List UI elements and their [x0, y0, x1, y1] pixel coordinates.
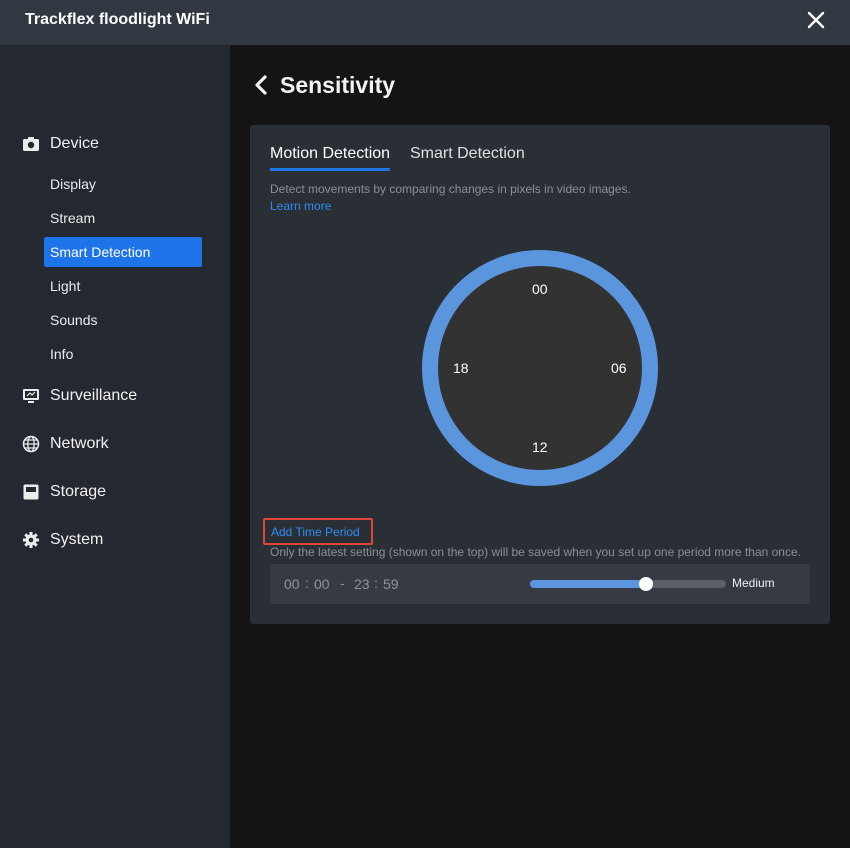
page-header: Sensitivity: [252, 70, 395, 100]
end-minute-field[interactable]: 59: [383, 576, 399, 592]
sidebar-item-smart-detection[interactable]: Smart Detection: [44, 237, 202, 267]
sidebar-category-system[interactable]: System: [22, 528, 103, 552]
chevron-left-icon[interactable]: [252, 74, 270, 96]
sidebar-category-label: System: [50, 531, 104, 548]
description-text: Detect movements by comparing changes in…: [270, 182, 631, 196]
sensitivity-slider[interactable]: [530, 577, 726, 591]
sidebar-item-info[interactable]: Info: [44, 339, 202, 369]
slider-fill: [530, 580, 646, 588]
learn-more-link[interactable]: Learn more: [270, 199, 331, 213]
time-colon: :: [374, 575, 378, 591]
add-time-period-link[interactable]: Add Time Period: [263, 518, 373, 545]
sidebar-category-network[interactable]: Network: [22, 432, 109, 456]
camera-icon: [22, 135, 40, 153]
close-icon[interactable]: [805, 9, 827, 31]
sidebar-category-label: Network: [50, 435, 109, 452]
page-title: Sensitivity: [280, 71, 396, 98]
sidebar-category-storage[interactable]: Storage: [22, 480, 106, 504]
time-dash: -: [340, 575, 345, 591]
monitor-icon: [22, 387, 40, 405]
end-hour-field[interactable]: 23: [354, 576, 370, 592]
gear-icon: [22, 531, 40, 549]
sidebar-category-surveillance[interactable]: Surveillance: [22, 384, 137, 408]
sidebar-category-label: Device: [50, 135, 99, 152]
sidebar-category-label: Surveillance: [50, 387, 138, 404]
sidebar-item-stream[interactable]: Stream: [44, 203, 202, 233]
sensitivity-level-label: Medium: [732, 576, 775, 590]
sidebar-item-display[interactable]: Display: [44, 169, 202, 199]
tab-smart-detection[interactable]: Smart Detection: [410, 145, 525, 168]
title-bar: Trackflex floodlight WiFi: [0, 0, 850, 45]
start-hour-field[interactable]: 00: [284, 576, 300, 592]
sidebar: Device Display Stream Smart Detection Li…: [0, 45, 230, 848]
sensitivity-card: Motion Detection Smart Detection Detect …: [250, 125, 830, 624]
dial-hour-12: 12: [532, 439, 548, 455]
globe-icon: [22, 435, 40, 453]
sidebar-item-light[interactable]: Light: [44, 271, 202, 301]
period-note: Only the latest setting (shown on the to…: [270, 545, 801, 559]
dial-hour-06: 06: [611, 360, 627, 376]
time-period-row: 00 : 00 - 23 : 59 Medium: [270, 564, 810, 604]
start-minute-field[interactable]: 00: [314, 576, 330, 592]
window-title: Trackflex floodlight WiFi: [25, 11, 210, 28]
slider-handle[interactable]: [638, 577, 653, 591]
storage-icon: [22, 483, 40, 501]
tab-motion-detection[interactable]: Motion Detection: [270, 145, 391, 171]
dial-hour-00: 00: [532, 281, 548, 297]
dial-hour-18: 18: [453, 360, 469, 376]
sidebar-category-label: Storage: [50, 483, 107, 500]
sidebar-category-device[interactable]: Device: [22, 132, 99, 156]
time-colon: :: [305, 575, 309, 591]
sidebar-item-sounds[interactable]: Sounds: [44, 305, 202, 335]
